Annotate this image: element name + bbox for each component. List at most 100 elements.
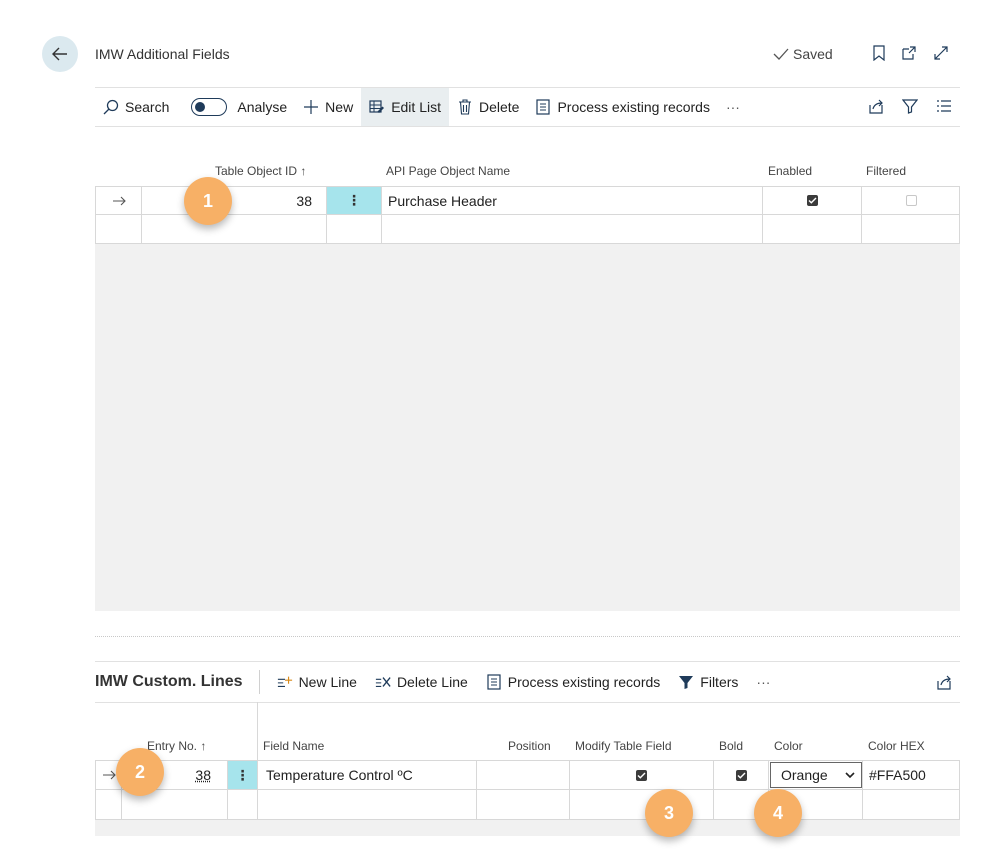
analyse-toggle[interactable]: Analyse bbox=[183, 88, 295, 126]
filters-label: Filters bbox=[700, 674, 739, 690]
table-object-id-cell[interactable]: 38 bbox=[142, 187, 327, 214]
filtered-checkbox[interactable] bbox=[862, 187, 960, 214]
new-line-button[interactable]: New Line bbox=[268, 674, 366, 690]
open-new-window-icon[interactable] bbox=[900, 44, 918, 62]
annotation-badge-1: 1 bbox=[184, 177, 232, 225]
column-header-color-hex[interactable]: Color HEX bbox=[868, 739, 925, 753]
new-line-label: New Line bbox=[298, 674, 357, 690]
lines-title[interactable]: IMW Custom. Lines bbox=[95, 670, 260, 694]
annotation-badge-2: 2 bbox=[116, 748, 164, 796]
color-hex-cell[interactable]: #FFA500 bbox=[863, 761, 960, 789]
check-icon bbox=[773, 48, 789, 60]
column-header-table-object-id[interactable]: Table Object ID ↑ bbox=[215, 164, 306, 178]
toggle-icon bbox=[191, 98, 228, 116]
column-header-bold[interactable]: Bold bbox=[719, 739, 743, 753]
empty-cell[interactable] bbox=[382, 215, 763, 243]
lines-process-existing-records-label: Process existing records bbox=[507, 674, 661, 690]
column-divider bbox=[257, 702, 258, 760]
delete-line-icon bbox=[375, 674, 391, 690]
trash-icon bbox=[457, 99, 473, 115]
empty-cell bbox=[96, 215, 142, 243]
delete-line-label: Delete Line bbox=[396, 674, 468, 690]
line-actions-button[interactable]: ⋮ bbox=[228, 761, 258, 789]
saved-status: Saved bbox=[773, 46, 833, 62]
column-header-field-name[interactable]: Field Name bbox=[263, 739, 324, 753]
column-header-modify-table-field[interactable]: Modify Table Field bbox=[575, 739, 672, 753]
empty-cell bbox=[228, 790, 258, 819]
checkbox-checked-icon bbox=[735, 769, 747, 781]
line-row-empty[interactable] bbox=[95, 790, 960, 820]
delete-line-button[interactable]: Delete Line bbox=[366, 674, 477, 690]
empty-cell[interactable] bbox=[863, 790, 960, 819]
checkbox-unchecked-icon bbox=[905, 195, 917, 206]
main-grid: Table Object ID ↑ API Page Object Name E… bbox=[95, 158, 960, 611]
new-button[interactable]: New bbox=[295, 88, 361, 126]
edit-list-button[interactable]: Edit List bbox=[361, 88, 449, 126]
grid-empty-area bbox=[95, 244, 960, 611]
modify-table-field-checkbox[interactable] bbox=[570, 761, 714, 789]
process-existing-records-button[interactable]: Process existing records bbox=[527, 88, 718, 126]
document-icon bbox=[486, 674, 502, 690]
line-row[interactable]: 38 ⋮ Temperature Control ºC Orange #FFA5… bbox=[95, 760, 960, 790]
splitter[interactable] bbox=[95, 636, 960, 637]
empty-cell bbox=[96, 790, 122, 819]
lines-share-icon[interactable] bbox=[936, 674, 952, 693]
plus-icon bbox=[303, 99, 319, 115]
edit-list-icon bbox=[369, 99, 385, 115]
chevron-down-icon bbox=[845, 771, 855, 778]
empty-cell[interactable] bbox=[862, 215, 960, 243]
filters-button[interactable]: Filters bbox=[669, 674, 747, 690]
enabled-checkbox[interactable] bbox=[763, 187, 862, 214]
column-header-entry-no[interactable]: Entry No. ↑ bbox=[147, 739, 206, 753]
bookmark-icon[interactable] bbox=[870, 44, 888, 62]
lines-action-bar: IMW Custom. Lines New Line Delete Line P… bbox=[95, 662, 960, 702]
list-view-icon[interactable] bbox=[936, 98, 952, 117]
empty-cell bbox=[327, 215, 382, 243]
column-header-filtered[interactable]: Filtered bbox=[866, 164, 906, 178]
empty-cell[interactable] bbox=[258, 790, 477, 819]
position-cell[interactable] bbox=[477, 761, 570, 789]
expand-icon[interactable] bbox=[932, 44, 950, 62]
bold-checkbox[interactable] bbox=[714, 761, 769, 789]
back-button[interactable] bbox=[42, 36, 78, 72]
action-bar: Search Analyse New Edit List Delete Proc… bbox=[95, 88, 960, 126]
annotation-badge-4: 4 bbox=[754, 789, 802, 837]
more-options-button[interactable]: ··· bbox=[718, 88, 748, 126]
divider bbox=[95, 126, 960, 127]
column-header-position[interactable]: Position bbox=[508, 739, 551, 753]
color-cell: Orange bbox=[769, 761, 863, 789]
lines-process-existing-records-button[interactable]: Process existing records bbox=[477, 674, 670, 690]
lines-more-options-button[interactable]: ··· bbox=[747, 674, 779, 690]
table-row-empty[interactable] bbox=[95, 215, 960, 244]
row-indicator-arrow-icon bbox=[96, 187, 142, 214]
saved-status-label: Saved bbox=[793, 46, 833, 62]
color-select-value: Orange bbox=[781, 767, 828, 783]
annotation-badge-3: 3 bbox=[645, 789, 693, 837]
edit-list-label: Edit List bbox=[391, 99, 441, 115]
delete-button[interactable]: Delete bbox=[449, 88, 527, 126]
empty-cell[interactable] bbox=[477, 790, 570, 819]
checkbox-checked-icon bbox=[636, 769, 647, 781]
api-page-object-name-cell[interactable]: Purchase Header bbox=[382, 187, 763, 214]
search-icon bbox=[103, 99, 119, 115]
field-name-cell[interactable]: Temperature Control ºC bbox=[258, 761, 477, 789]
search-button[interactable]: Search bbox=[95, 88, 177, 126]
arrow-left-icon bbox=[52, 47, 67, 61]
column-header-color[interactable]: Color bbox=[774, 739, 803, 753]
page-title: IMW Additional Fields bbox=[95, 46, 230, 62]
search-label: Search bbox=[125, 99, 170, 115]
new-line-icon bbox=[277, 674, 293, 690]
column-header-api-page-object-name[interactable]: API Page Object Name bbox=[386, 164, 510, 178]
filter-icon[interactable] bbox=[901, 98, 919, 117]
toolbar-right bbox=[868, 88, 952, 126]
share-icon[interactable] bbox=[868, 98, 884, 117]
row-actions-button[interactable]: ⋮ bbox=[327, 187, 382, 214]
column-header-enabled[interactable]: Enabled bbox=[768, 164, 812, 178]
document-icon bbox=[535, 99, 551, 115]
empty-cell[interactable] bbox=[763, 215, 862, 243]
new-label: New bbox=[325, 99, 354, 115]
lines-grid: Entry No. ↑ Field Name Position Modify T… bbox=[95, 702, 960, 836]
color-select[interactable]: Orange bbox=[770, 762, 862, 788]
checkbox-checked-icon bbox=[806, 195, 818, 206]
empty-cell[interactable] bbox=[142, 215, 327, 243]
